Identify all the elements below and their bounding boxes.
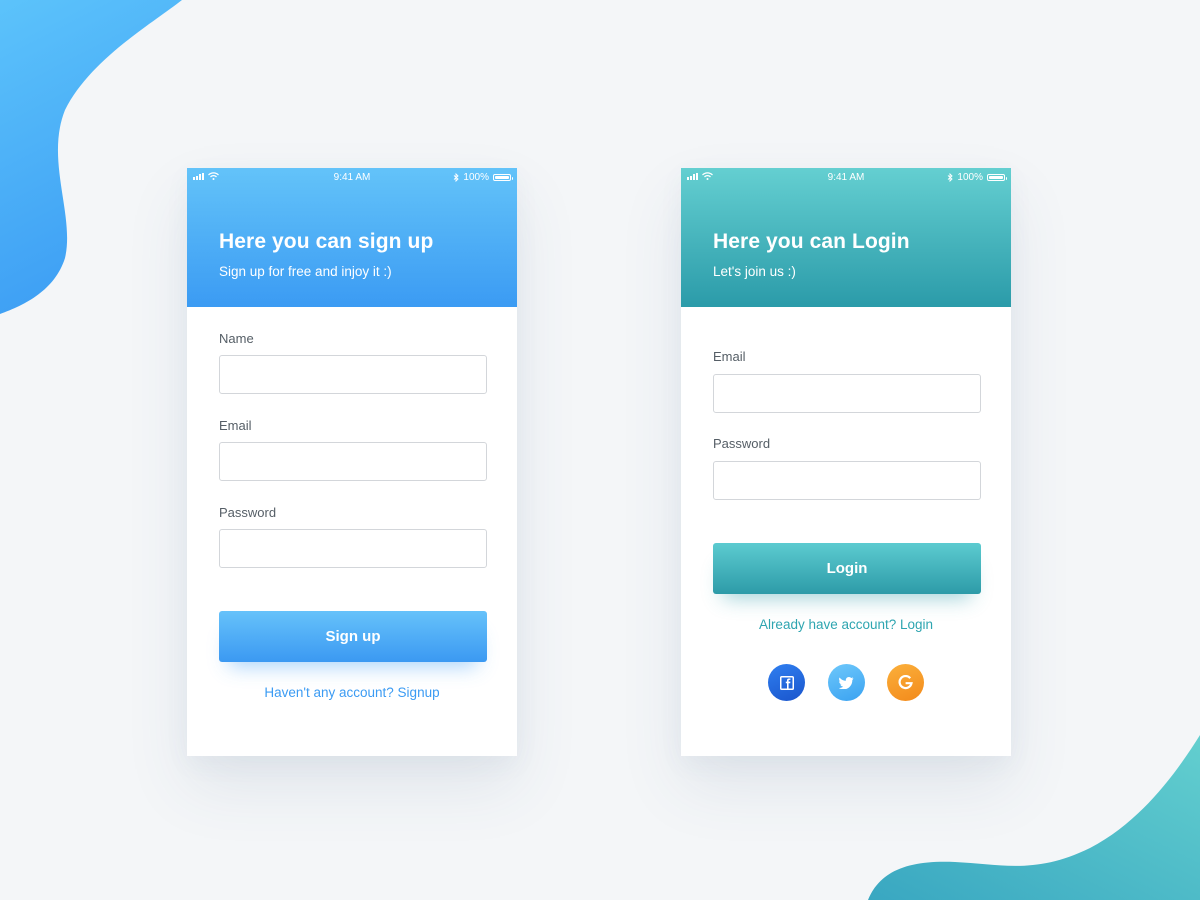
email-input[interactable] [219, 442, 487, 481]
signup-button[interactable]: Sign up [219, 611, 487, 662]
page-title: Here you can sign up [219, 230, 434, 253]
signup-screen: 9:41 AM 100% Here you can sign up Sign u… [187, 168, 517, 756]
login-screen: 9:41 AM 100% Here you can Login Let's jo… [681, 168, 1011, 756]
google-button[interactable] [887, 664, 924, 701]
login-button[interactable]: Login [713, 543, 981, 594]
facebook-icon [779, 675, 794, 690]
twitter-button[interactable] [828, 664, 865, 701]
password-label: Password [219, 505, 277, 520]
password-label: Password [713, 436, 771, 451]
status-bar: 9:41 AM 100% [187, 168, 517, 186]
page-subtitle: Let's join us :) [713, 264, 796, 279]
background-blob-top-left [0, 0, 182, 314]
battery-percent: 100% [463, 172, 489, 183]
page-title: Here you can Login [713, 230, 910, 253]
battery-percent: 100% [957, 172, 983, 183]
google-icon [898, 675, 913, 690]
name-label: Name [219, 331, 254, 346]
name-input[interactable] [219, 355, 487, 394]
twitter-icon [839, 676, 854, 689]
email-label: Email [219, 418, 252, 433]
password-input[interactable] [219, 529, 487, 568]
bluetooth-icon [454, 173, 460, 182]
battery-icon [493, 174, 513, 181]
login-link[interactable]: Already have account? Login [681, 617, 1011, 632]
page-subtitle: Sign up for free and injoy it :) [219, 264, 392, 279]
facebook-button[interactable] [768, 664, 805, 701]
email-label: Email [713, 349, 746, 364]
email-input[interactable] [713, 374, 981, 413]
bluetooth-icon [948, 173, 954, 182]
signup-header: 9:41 AM 100% Here you can sign up Sign u… [187, 168, 517, 307]
battery-icon [987, 174, 1007, 181]
password-input[interactable] [713, 461, 981, 500]
status-bar: 9:41 AM 100% [681, 168, 1011, 186]
login-header: 9:41 AM 100% Here you can Login Let's jo… [681, 168, 1011, 307]
signup-link[interactable]: Haven't any account? Signup [187, 685, 517, 700]
